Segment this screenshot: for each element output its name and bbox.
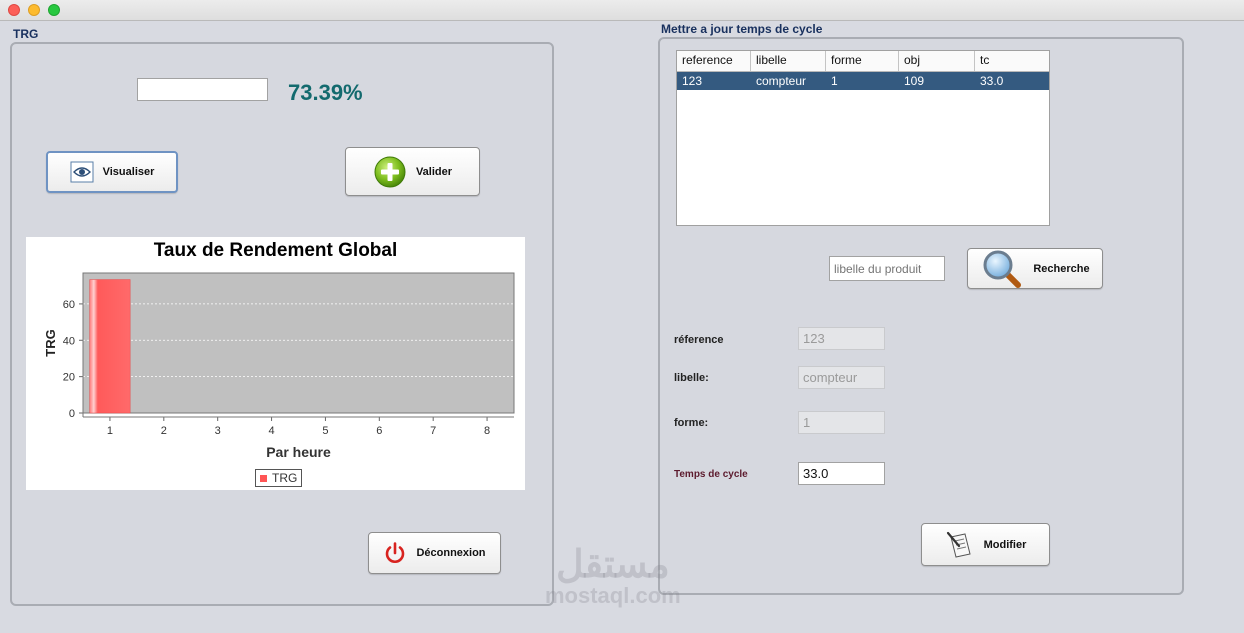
recherche-label: Recherche [1033,262,1090,275]
table-cell: 1 [831,74,838,88]
edit-document-icon [945,530,975,560]
table-cell: 123 [682,74,703,88]
column-header-tc[interactable]: tc [975,51,1049,71]
minimize-window-button[interactable] [28,4,40,16]
table-header: reference libelle forme obj tc [677,51,1049,72]
temps-de-cycle-field[interactable] [798,462,885,485]
column-header-libelle[interactable]: libelle [751,51,826,71]
column-header-obj[interactable]: obj [899,51,975,71]
libelle-label: libelle: [674,372,709,384]
valider-label: Valider [415,165,453,178]
libelle-field[interactable] [798,366,885,389]
y-axis-label: TRG [43,329,58,356]
x-tick-label: 2 [161,425,167,437]
x-tick-label: 7 [430,425,436,437]
watermark-latin: mostaql.com [545,583,681,608]
x-tick-label: 4 [269,425,275,437]
valider-button[interactable]: Valider [345,147,480,196]
x-axis-label: Par heure [266,444,331,460]
plot-background [82,272,515,414]
legend-label: TRG [272,471,298,485]
legend-swatch [260,474,267,482]
trg-input[interactable] [137,78,268,101]
modifier-button[interactable]: Modifier [921,523,1050,566]
visualiser-label: Visualiser [102,166,155,178]
column-header-forme[interactable]: forme [826,51,899,71]
trg-section-title: TRG [13,27,39,41]
deconnexion-label: Déconnexion [416,547,486,559]
temps-de-cycle-label: Temps de cycle [674,469,748,480]
recherche-button[interactable]: Recherche [967,248,1103,289]
x-tick-label: 3 [215,425,221,437]
x-tick-label: 1 [107,425,113,437]
products-table[interactable]: reference libelle forme obj tc 123 compt… [676,50,1050,226]
deconnexion-button[interactable]: Déconnexion [368,532,501,574]
column-header-reference[interactable]: reference [677,51,751,71]
eye-icon [70,161,94,183]
watermark-arabic: مستقل [555,544,670,586]
trg-chart: Taux de Rendement Global 0 20 40 60 1 2 3 4 5 6 7 8… [26,237,525,490]
watermark-logo: مستقل mostaql.com [545,545,681,607]
table-cell: 109 [904,74,925,88]
x-tick-label: 6 [376,425,382,437]
window-titlebar [0,0,1244,21]
table-row[interactable]: 123 compteur 1 109 33.0 [677,72,1049,90]
reference-field[interactable] [798,327,885,350]
magnifier-icon [980,249,1024,289]
table-cell: compteur [756,74,807,88]
forme-field[interactable] [798,411,885,434]
add-icon [373,155,407,189]
close-window-button[interactable] [8,4,20,16]
y-tick-label: 20 [63,372,75,384]
x-tick-label: 5 [322,425,328,437]
reference-label: réference [674,334,724,346]
chart-plot: 0 20 40 60 1 2 3 4 5 6 7 8 Par heure TRG [43,272,515,460]
forme-label: forme: [674,417,709,429]
trg-bar [89,279,131,414]
y-tick-label: 60 [63,299,75,311]
visualiser-button[interactable]: Visualiser [46,151,178,193]
x-tick-label: 8 [484,425,490,437]
zoom-window-button[interactable] [48,4,60,16]
y-tick-label: 0 [69,408,75,420]
cycle-section-title: Mettre a jour temps de cycle [661,22,823,36]
trg-value-display: 73.39% [288,80,363,105]
modifier-label: Modifier [983,538,1027,551]
table-cell: 33.0 [980,74,1004,88]
power-icon [383,541,407,565]
search-input[interactable] [829,256,945,281]
chart-legend: TRG [255,469,303,487]
y-tick-label: 40 [63,335,75,347]
